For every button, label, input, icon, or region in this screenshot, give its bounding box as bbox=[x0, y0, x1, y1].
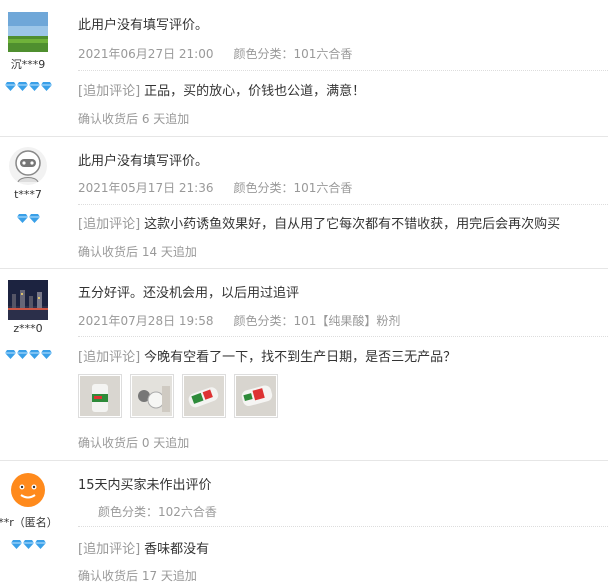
avatar[interactable] bbox=[8, 146, 48, 186]
review-meta: 2021年07月28日 19:58 颜色分类：101【纯果酸】粉剂 bbox=[78, 312, 400, 329]
diamond-icon bbox=[16, 214, 28, 223]
append-text: 正品，买的放心，价钱也公道，满意！ bbox=[144, 84, 366, 99]
append-tag: [追加评论] bbox=[78, 542, 141, 557]
review-photo-thumbnail[interactable] bbox=[130, 374, 174, 418]
append-comment: [追加评论] 香味都没有 bbox=[78, 538, 209, 557]
product-photo-image bbox=[80, 376, 120, 416]
username[interactable]: z***0 bbox=[0, 322, 56, 335]
review-content: 15天内买家未作出评价 bbox=[78, 478, 212, 493]
avatar[interactable] bbox=[8, 470, 48, 510]
review-date: 2021年07月28日 19:58 bbox=[78, 314, 214, 328]
color-value: 101六合香 bbox=[293, 47, 353, 61]
username[interactable]: t***7 bbox=[0, 188, 56, 201]
append-text: 这款小药诱鱼效果好，自从用了它每次都有不错收获，用完后会再次购买 bbox=[144, 217, 561, 232]
section-divider bbox=[78, 526, 608, 527]
product-photo-image bbox=[184, 376, 224, 416]
color-label: 颜色分类： bbox=[233, 47, 294, 61]
review-content: 此用户没有填写评价。 bbox=[78, 154, 209, 169]
diamond-icon bbox=[40, 350, 52, 359]
diamond-icon bbox=[4, 350, 16, 359]
buyer-level-diamonds bbox=[0, 534, 56, 553]
cartoon-avatar-image bbox=[9, 147, 47, 185]
review-content: 此用户没有填写评价。 bbox=[78, 18, 209, 33]
review-date: 2021年06月27日 21:00 bbox=[78, 47, 214, 61]
diamond-icon bbox=[16, 350, 28, 359]
color-value: 101六合香 bbox=[293, 181, 353, 195]
review-item: t***7 此用户没有填写评价。 2021年05月17日 21:36 颜色分类：1… bbox=[0, 136, 608, 269]
diamond-icon bbox=[40, 82, 52, 91]
section-divider bbox=[78, 336, 608, 337]
color-label: 颜色分类： bbox=[233, 314, 294, 328]
review-date: 2021年05月17日 21:36 bbox=[78, 181, 214, 195]
append-comment: [追加评论] 正品，买的放心，价钱也公道，满意！ bbox=[78, 80, 365, 99]
append-tag: [追加评论] bbox=[78, 217, 141, 232]
color-label: 颜色分类： bbox=[98, 505, 159, 519]
review-meta: 颜色分类：102六合香 bbox=[98, 503, 217, 520]
landscape-avatar-image bbox=[8, 12, 48, 52]
review-content: 五分好评。还没机会用，以后用过追评 bbox=[78, 286, 300, 301]
diamond-icon bbox=[28, 82, 40, 91]
append-confirm-time: 确认收货后 14 天追加 bbox=[78, 245, 197, 259]
product-photo-image bbox=[236, 376, 276, 416]
append-text: 今晚有空看了一下，找不到生产日期，是否三无产品？ bbox=[144, 350, 457, 365]
diamond-icon bbox=[22, 540, 34, 549]
append-confirm-time: 确认收货后 0 天追加 bbox=[78, 436, 190, 450]
username[interactable]: 沉***9 bbox=[0, 56, 56, 72]
product-photo-image bbox=[132, 376, 172, 416]
append-tag: [追加评论] bbox=[78, 84, 141, 99]
diamond-icon bbox=[28, 350, 40, 359]
city-night-avatar-image bbox=[8, 280, 48, 320]
review-photo-thumbnail[interactable] bbox=[234, 374, 278, 418]
color-value: 101【纯果酸】粉剂 bbox=[293, 314, 401, 328]
buyer-level-diamonds bbox=[0, 76, 56, 95]
review-photo-thumbnail[interactable] bbox=[78, 374, 122, 418]
append-text: 香味都没有 bbox=[144, 542, 210, 557]
diamond-icon bbox=[4, 82, 16, 91]
avatar[interactable] bbox=[8, 12, 48, 52]
diamond-icon bbox=[28, 214, 40, 223]
append-comment: [追加评论] 今晚有空看了一下，找不到生产日期，是否三无产品？ bbox=[78, 346, 456, 365]
review-photo-thumbnail[interactable] bbox=[182, 374, 226, 418]
review-item: **r（匿名） 15天内买家未作出评价 颜色分类：102六合香 [追加评论] 香味… bbox=[0, 460, 608, 584]
username[interactable]: **r（匿名） bbox=[0, 514, 62, 530]
append-confirm-time: 确认收货后 17 天追加 bbox=[78, 569, 197, 583]
buyer-level-diamonds bbox=[0, 208, 56, 227]
append-comment: [追加评论] 这款小药诱鱼效果好，自从用了它每次都有不错收获，用完后会再次购买 bbox=[78, 213, 560, 232]
section-divider bbox=[78, 204, 608, 205]
append-confirm-time: 确认收货后 6 天追加 bbox=[78, 112, 190, 126]
color-value: 102六合香 bbox=[158, 505, 217, 519]
review-item: z***0 五分好评。还没机会用，以后用过追评 2021年07月28日 19:5… bbox=[0, 268, 608, 461]
review-photos bbox=[78, 374, 278, 418]
diamond-icon bbox=[34, 540, 46, 549]
section-divider bbox=[78, 70, 608, 71]
avatar[interactable] bbox=[8, 280, 48, 320]
diamond-icon bbox=[10, 540, 22, 549]
buyer-level-diamonds bbox=[0, 344, 56, 363]
color-label: 颜色分类： bbox=[233, 181, 294, 195]
review-meta: 2021年05月17日 21:36 颜色分类：101六合香 bbox=[78, 179, 352, 196]
review-item: 沉***9 此用户没有填写评价。 2021年06月27日 21:00 颜色分类：1… bbox=[0, 0, 608, 137]
append-tag: [追加评论] bbox=[78, 350, 141, 365]
review-meta: 2021年06月27日 21:00 颜色分类：101六合香 bbox=[78, 45, 352, 62]
diamond-icon bbox=[16, 82, 28, 91]
orange-mascot-avatar-image bbox=[8, 470, 48, 510]
